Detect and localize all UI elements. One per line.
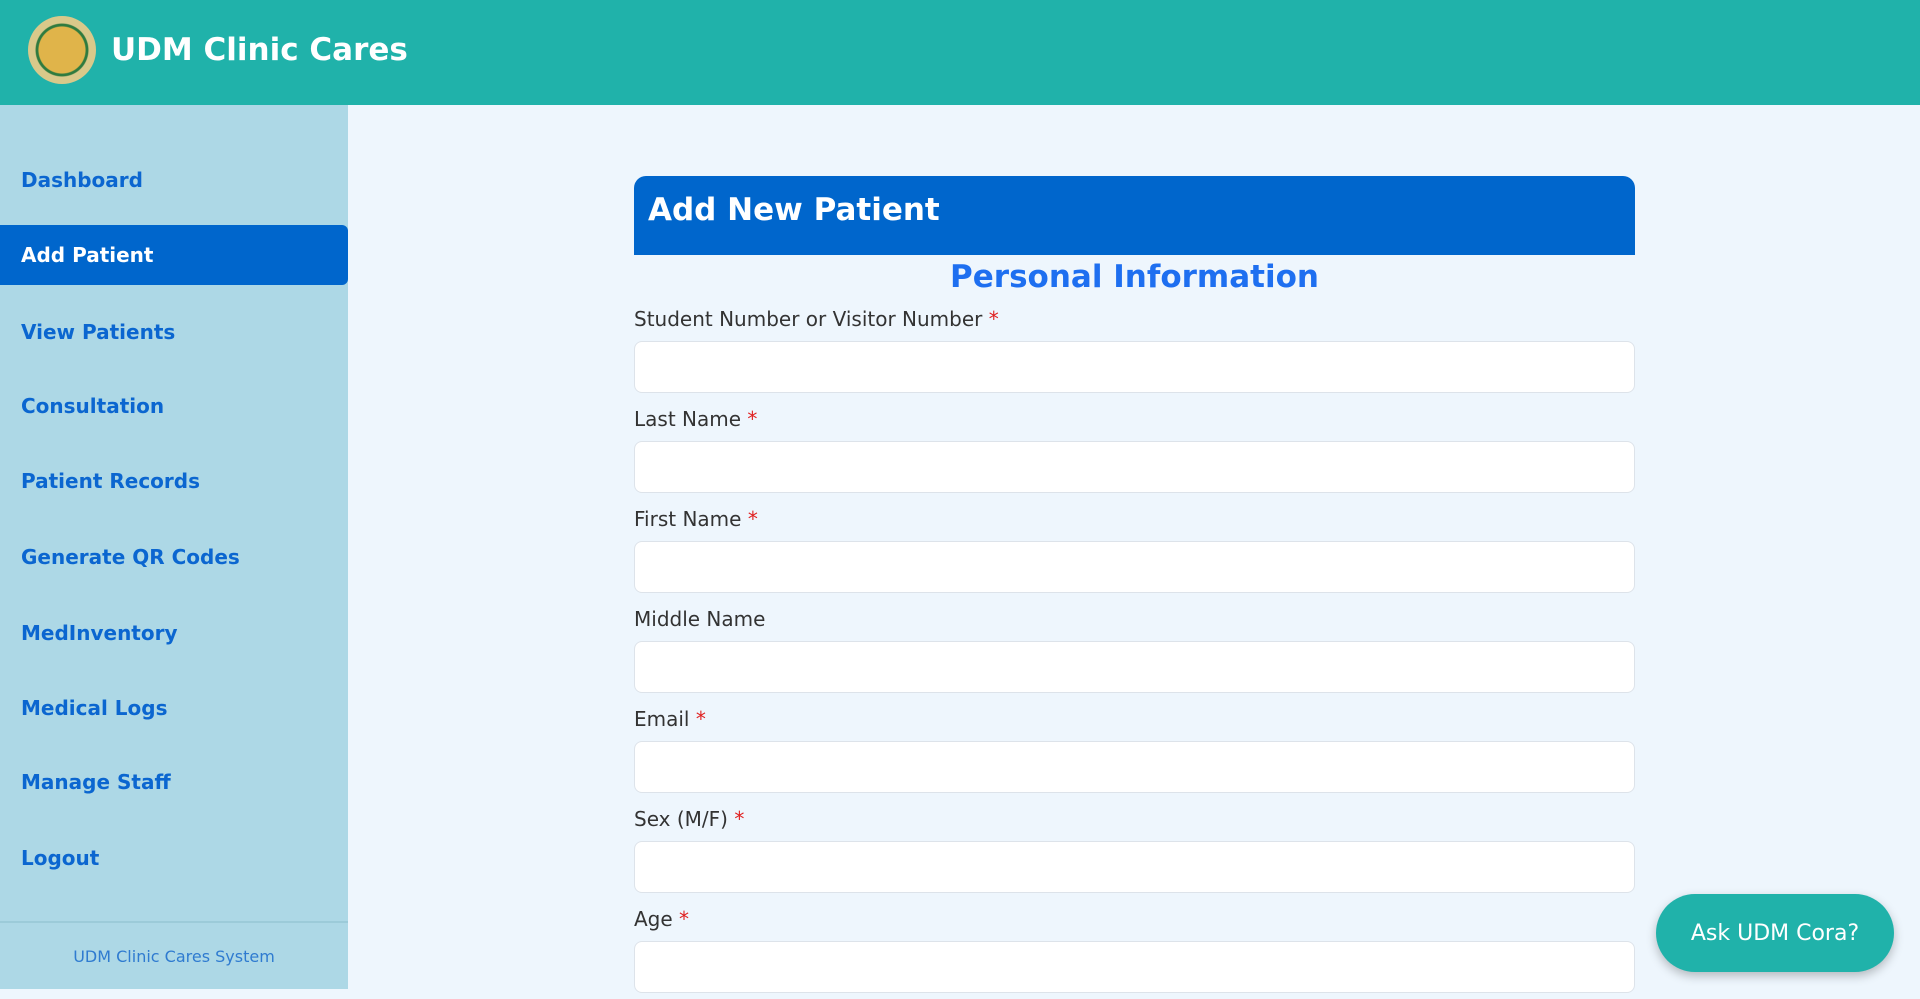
add-patient-form: Add New Patient Personal Information Stu…: [634, 176, 1635, 999]
last-name-input[interactable]: [634, 441, 1635, 493]
field-label: Last Name: [634, 407, 742, 431]
field-label: Age: [634, 907, 673, 931]
sidebar-item-consultation[interactable]: Consultation: [0, 376, 348, 436]
required-marker: *: [747, 407, 758, 431]
field-middle-name: Middle Name: [634, 599, 1635, 693]
field-email: Email *: [634, 699, 1635, 793]
sidebar-item-add-patient[interactable]: Add Patient: [0, 225, 348, 285]
sidebar: Dashboard Add Patient View Patients Cons…: [0, 105, 348, 989]
field-label: Email: [634, 707, 690, 731]
sidebar-item-medical-logs[interactable]: Medical Logs: [0, 678, 348, 738]
required-marker: *: [988, 307, 999, 331]
sidebar-item-manage-staff[interactable]: Manage Staff: [0, 752, 348, 812]
required-marker: *: [679, 907, 690, 931]
sidebar-item-logout[interactable]: Logout: [0, 828, 348, 888]
sidebar-item-patient-records[interactable]: Patient Records: [0, 451, 348, 511]
sidebar-item-dashboard[interactable]: Dashboard: [0, 150, 348, 210]
required-marker: *: [734, 807, 745, 831]
field-student-number: Student Number or Visitor Number *: [634, 299, 1635, 393]
email-input[interactable]: [634, 741, 1635, 793]
ask-udm-cora-button[interactable]: Ask UDM Cora?: [1656, 894, 1894, 972]
field-label: Middle Name: [634, 607, 766, 631]
field-first-name: First Name *: [634, 499, 1635, 593]
field-age: Age *: [634, 899, 1635, 993]
field-sex: Sex (M/F) *: [634, 799, 1635, 893]
required-marker: *: [695, 707, 706, 731]
student-number-input[interactable]: [634, 341, 1635, 393]
first-name-input[interactable]: [634, 541, 1635, 593]
sidebar-item-generate-qr-codes[interactable]: Generate QR Codes: [0, 527, 348, 587]
app-header: UDM Clinic Cares: [0, 0, 1920, 105]
sidebar-item-view-patients[interactable]: View Patients: [0, 302, 348, 362]
field-label: Student Number or Visitor Number: [634, 307, 983, 331]
app-title: UDM Clinic Cares: [111, 32, 408, 68]
sidebar-item-medinventory[interactable]: MedInventory: [0, 603, 348, 663]
section-title: Personal Information: [950, 259, 1319, 295]
field-label: Sex (M/F): [634, 807, 728, 831]
field-label: First Name: [634, 507, 742, 531]
middle-name-input[interactable]: [634, 641, 1635, 693]
required-marker: *: [747, 507, 758, 531]
udm-seal-logo: [28, 16, 96, 84]
sidebar-footer: UDM Clinic Cares System: [0, 921, 348, 989]
sex-input[interactable]: [634, 841, 1635, 893]
age-input[interactable]: [634, 941, 1635, 993]
form-title: Add New Patient: [634, 176, 1635, 255]
field-last-name: Last Name *: [634, 399, 1635, 493]
